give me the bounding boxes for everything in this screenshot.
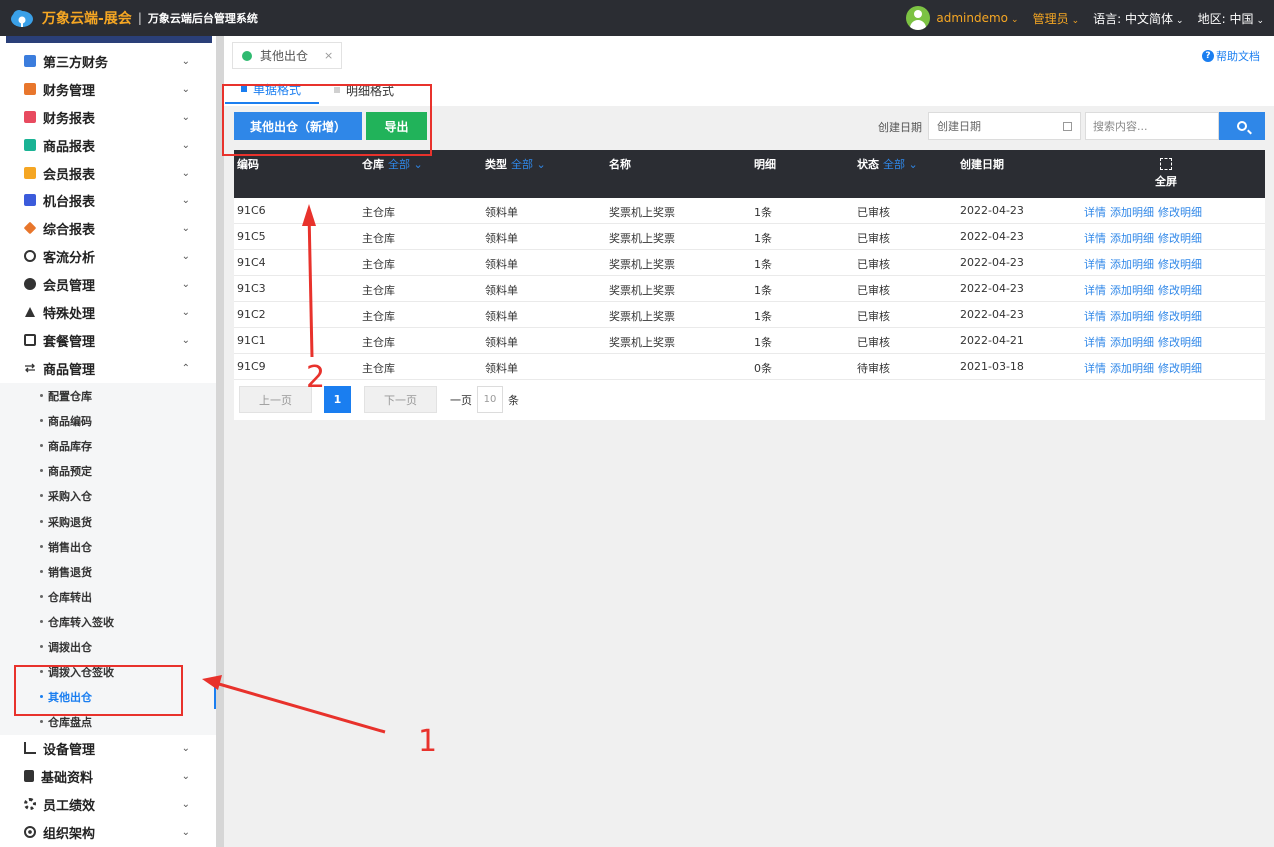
annotation-arrowhead-1 [202, 675, 222, 690]
annotation-label-1: 1 [418, 724, 438, 759]
annotation-arrows [202, 204, 386, 734]
annotation-arrow-2 [307, 211, 314, 358]
annotation-arrow-1 [211, 680, 386, 734]
annotation-label-2: 2 [306, 360, 326, 395]
annotation-arrowhead-2 [302, 204, 316, 226]
